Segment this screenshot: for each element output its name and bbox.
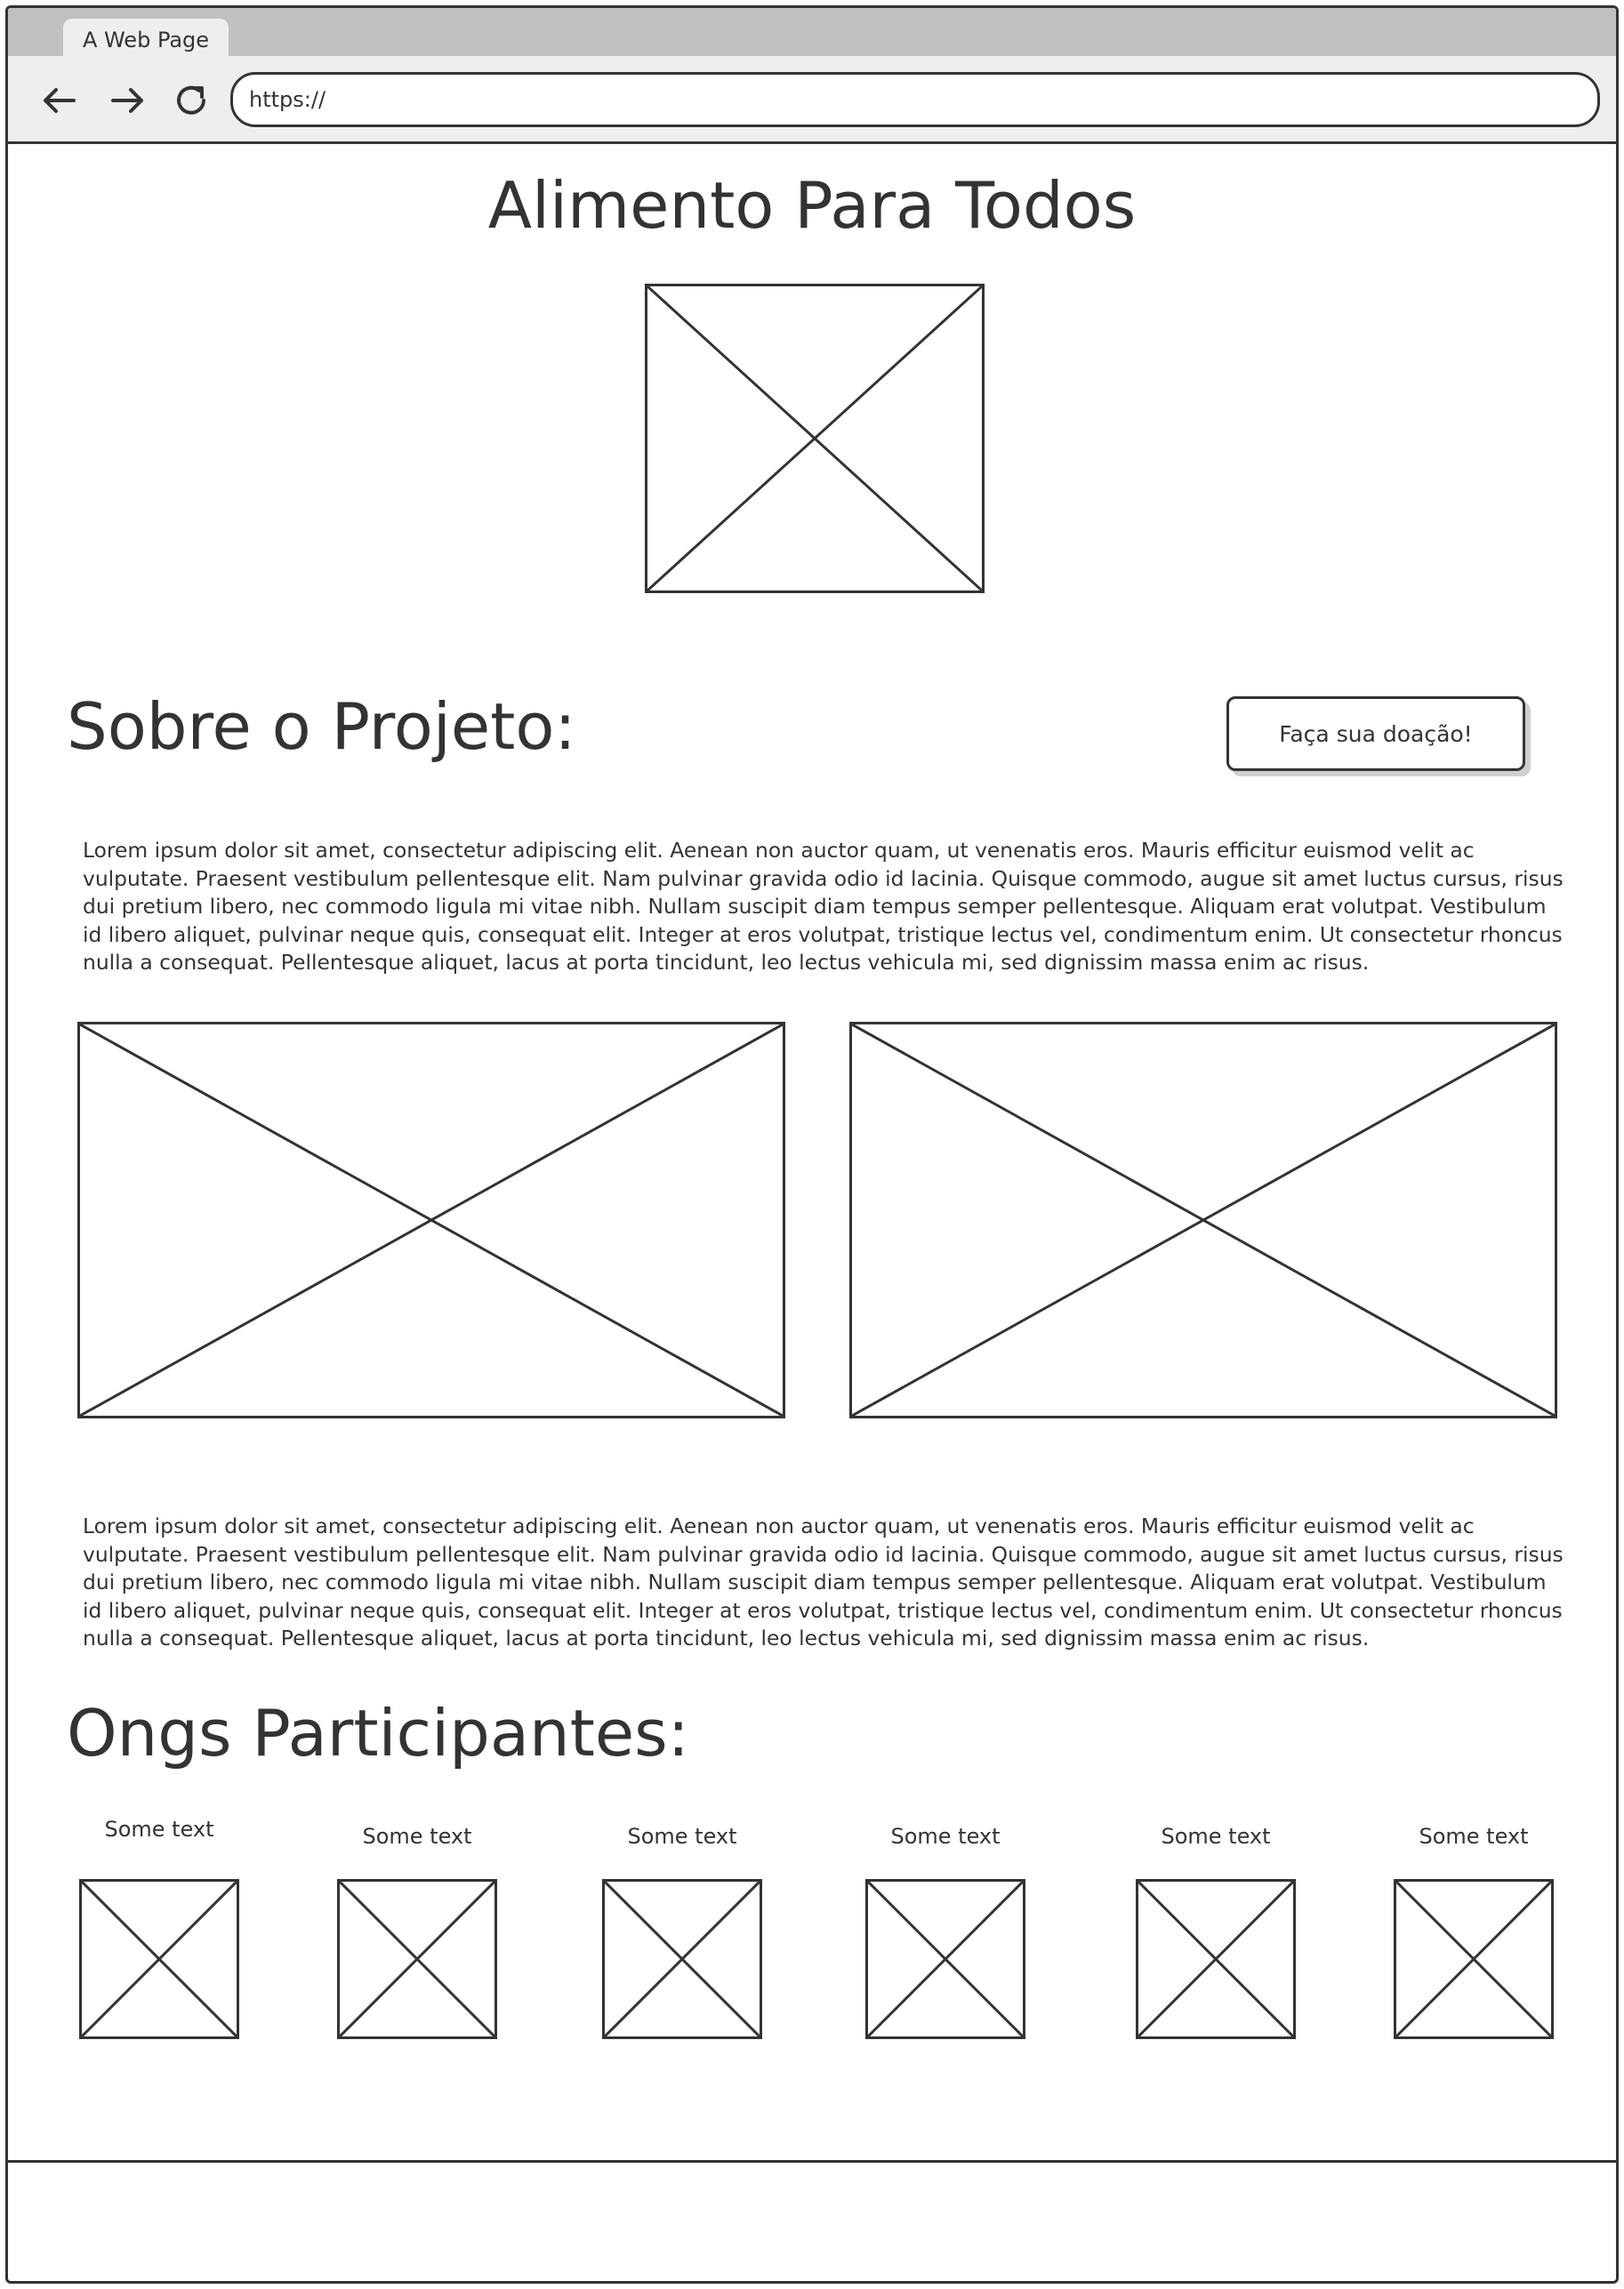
ong-logo-placeholder <box>602 1879 762 2039</box>
page-title: Alimento Para Todos <box>487 168 1137 243</box>
ongs-heading: Ongs Participantes: <box>67 1696 689 1771</box>
browser-tab[interactable]: A Web Page <box>63 19 229 61</box>
ong-logo-placeholder <box>1136 1879 1296 2039</box>
browser-chrome: A Web Page https:// <box>8 8 1616 144</box>
ong-logo-placeholder <box>865 1879 1025 2039</box>
reload-button[interactable] <box>170 79 213 122</box>
browser-window: A Web Page https:// Alimento Para Todos … <box>5 5 1619 2284</box>
ong-logo-placeholder <box>1394 1879 1554 2039</box>
ong-label: Some text <box>890 1824 1001 1849</box>
back-arrow-icon <box>44 88 76 113</box>
project-image-placeholder-right <box>849 1022 1557 1418</box>
ong-label: Some text <box>627 1824 737 1849</box>
ong-logo-placeholder <box>337 1879 497 2039</box>
donate-button[interactable]: Faça sua doação! <box>1226 696 1525 771</box>
ong-label: Some text <box>1161 1824 1271 1849</box>
tab-strip <box>8 8 1616 56</box>
about-heading: Sobre o Projeto: <box>67 689 576 764</box>
ong-label: Some text <box>362 1824 472 1849</box>
back-button[interactable] <box>38 79 81 122</box>
hero-image-placeholder <box>645 284 985 593</box>
ong-logo-placeholder <box>79 1879 239 2039</box>
about-paragraph-2: Lorem ipsum dolor sit amet, consectetur … <box>83 1514 1564 1650</box>
url-input[interactable]: https:// <box>230 72 1600 127</box>
ong-label: Some text <box>1419 1824 1529 1849</box>
project-image-placeholder-left <box>77 1022 785 1418</box>
footer-divider <box>8 2160 1616 2163</box>
url-text: https:// <box>249 87 326 112</box>
ong-label: Some text <box>104 1817 214 1842</box>
tab-title: A Web Page <box>82 28 210 52</box>
reload-icon <box>177 85 205 115</box>
forward-button[interactable] <box>106 79 149 122</box>
about-paragraph-1: Lorem ipsum dolor sit amet, consectetur … <box>83 838 1564 975</box>
forward-arrow-icon <box>111 88 143 113</box>
